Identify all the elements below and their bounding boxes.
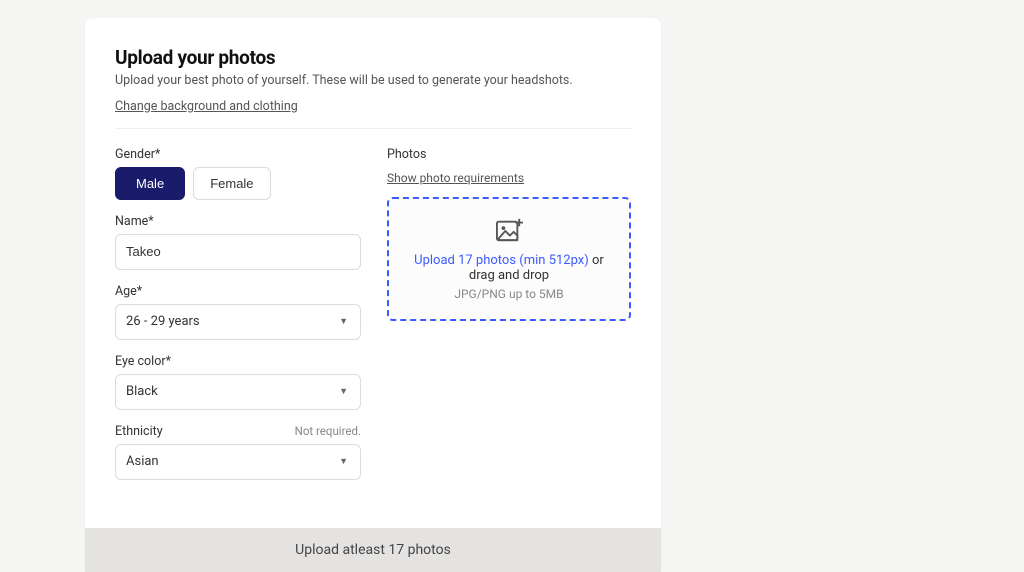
eye-color-value: Black xyxy=(126,384,158,399)
ethnicity-not-required: Not required. xyxy=(295,424,361,438)
page-title: Upload your photos xyxy=(115,46,631,69)
ethnicity-label: Ethnicity xyxy=(115,424,163,439)
upload-submit-button[interactable]: Upload atleast 17 photos xyxy=(85,528,661,572)
page-subtitle: Upload your best photo of yourself. Thes… xyxy=(115,72,631,91)
chevron-down-icon: ▼ xyxy=(339,456,348,467)
gender-female-button[interactable]: Female xyxy=(193,167,270,200)
photo-requirements-link[interactable]: Show photo requirements xyxy=(387,171,524,185)
form-column-left: Gender* Male Female Name* Age* 26 - 29 y… xyxy=(115,147,361,494)
chevron-down-icon: ▼ xyxy=(339,316,348,327)
ethnicity-value: Asian xyxy=(126,454,159,469)
gender-toggle: Male Female xyxy=(115,167,361,200)
gender-male-button[interactable]: Male xyxy=(115,167,185,200)
age-select-value: 26 - 29 years xyxy=(126,314,200,329)
change-background-link[interactable]: Change background and clothing xyxy=(115,99,298,114)
age-label: Age* xyxy=(115,284,361,299)
dropzone-hint: JPG/PNG up to 5MB xyxy=(401,287,617,301)
form-columns: Gender* Male Female Name* Age* 26 - 29 y… xyxy=(115,147,631,494)
age-select[interactable]: 26 - 29 years ▼ xyxy=(115,304,361,340)
photo-dropzone[interactable]: Upload 17 photos (min 512px) or drag and… xyxy=(387,197,631,321)
eye-color-label: Eye color* xyxy=(115,354,361,369)
name-label: Name* xyxy=(115,214,361,229)
photos-label: Photos xyxy=(387,147,631,162)
image-plus-icon xyxy=(494,217,524,243)
eye-color-select[interactable]: Black ▼ xyxy=(115,374,361,410)
chevron-down-icon: ▼ xyxy=(339,386,348,397)
gender-label: Gender* xyxy=(115,147,361,162)
divider xyxy=(115,128,631,129)
dropzone-text: Upload 17 photos (min 512px) or drag and… xyxy=(401,253,617,283)
upload-card: Upload your photos Upload your best phot… xyxy=(85,18,661,572)
form-column-right: Photos Show photo requirements Upload 17… xyxy=(387,147,631,494)
dropzone-upload-link: Upload 17 photos (min 512px) xyxy=(414,253,589,268)
ethnicity-select[interactable]: Asian ▼ xyxy=(115,444,361,480)
name-input[interactable] xyxy=(115,234,361,270)
